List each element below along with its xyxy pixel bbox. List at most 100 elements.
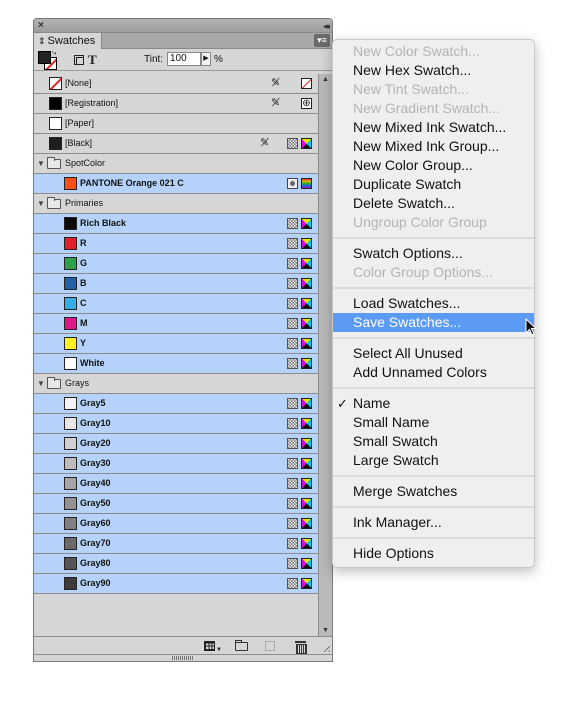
swatch-row[interactable]: B [34, 274, 319, 294]
menu-item-new-mixed-ink-swatch[interactable]: New Mixed Ink Swatch... [333, 118, 534, 137]
swatch-name: G [80, 258, 88, 268]
disclosure-triangle-icon[interactable]: ▼ [37, 374, 45, 393]
menu-item-merge-swatches[interactable]: Merge Swatches [333, 482, 534, 501]
checkmark-icon: ✓ [337, 396, 348, 411]
menu-item-add-unnamed-colors[interactable]: Add Unnamed Colors [333, 363, 534, 382]
swatch-row-paper[interactable]: [Paper] [34, 114, 319, 134]
swatch-row[interactable]: G [34, 254, 319, 274]
swatch-name: Gray40 [80, 478, 111, 488]
swatch-name: Gray50 [80, 498, 111, 508]
swatch-row[interactable]: Gray40 [34, 474, 319, 494]
disclosure-triangle-icon[interactable]: ▼ [37, 194, 45, 213]
menu-item-name[interactable]: ✓ Name [333, 394, 534, 413]
swatch-row[interactable]: Gray10 [34, 414, 319, 434]
swatch-row-none[interactable]: [None] ✎̸ [34, 74, 319, 94]
swatch-row[interactable]: M [34, 314, 319, 334]
swatch-chip [49, 137, 62, 150]
menu-item-label: Delete Swatch... [353, 195, 455, 211]
show-swatch-kinds-icon[interactable] [204, 641, 215, 651]
swatch-row-black[interactable]: [Black] ✎̸ [34, 134, 319, 154]
menu-separator [333, 232, 534, 244]
swatch-row[interactable]: Gray50 [34, 494, 319, 514]
swatch-row[interactable]: Gray90 [34, 574, 319, 594]
panel-toolbar: ⤷ T Tint: 100 ▶ % [34, 48, 332, 71]
cmyk-mode-icon [301, 538, 312, 549]
panel-titlebar[interactable]: × ◂◂ [34, 19, 332, 33]
resize-grip-icon[interactable] [321, 643, 330, 652]
scroll-down-arrow-icon[interactable]: ▼ [322, 627, 329, 634]
close-icon[interactable]: × [38, 19, 44, 33]
menu-item-color-group-options: Color Group Options... [333, 263, 534, 282]
new-color-group-icon[interactable] [235, 640, 248, 651]
formatting-text-icon[interactable]: T [88, 52, 97, 68]
fill-stroke-widget[interactable]: ⤷ [38, 48, 60, 71]
scroll-up-arrow-icon[interactable]: ▲ [322, 76, 329, 83]
swatch-row[interactable]: PANTONE Orange 021 C [34, 174, 319, 194]
menu-item-ink-manager[interactable]: Ink Manager... [333, 513, 534, 532]
tint-label: Tint: [144, 54, 164, 65]
collapse-icon[interactable]: ◂◂ [323, 19, 330, 33]
swatch-row[interactable]: Y [34, 334, 319, 354]
swatch-row[interactable]: Gray70 [34, 534, 319, 554]
trash-icon[interactable] [295, 640, 307, 654]
swatch-row[interactable]: Gray60 [34, 514, 319, 534]
menu-item-hide-options[interactable]: Hide Options [333, 544, 534, 563]
menu-item-swatch-options[interactable]: Swatch Options... [333, 244, 534, 263]
menu-item-large-swatch[interactable]: Large Swatch [333, 451, 534, 470]
menu-item-delete-swatch[interactable]: Delete Swatch... [333, 194, 534, 213]
swatch-row[interactable]: Rich Black [34, 214, 319, 234]
tab-swatches[interactable]: ⇕ Swatches [34, 33, 102, 49]
fill-swatch[interactable] [38, 51, 51, 64]
swatch-row[interactable]: Gray80 [34, 554, 319, 574]
menu-item-save-swatches[interactable]: Save Swatches... [333, 313, 534, 332]
swatch-row[interactable]: R [34, 234, 319, 254]
swatch-name: Gray90 [80, 578, 111, 588]
new-swatch-icon[interactable] [265, 641, 275, 651]
cmyk-mode-icon [301, 478, 312, 489]
registration-mode-icon: ⊕ [301, 98, 312, 109]
menu-item-duplicate-swatch[interactable]: Duplicate Swatch [333, 175, 534, 194]
swatch-row[interactable]: Gray30 [34, 454, 319, 474]
menu-item-label: Ink Manager... [353, 514, 442, 530]
menu-item-label: New Mixed Ink Swatch... [353, 119, 507, 135]
menu-item-label: Select All Unused [353, 345, 463, 361]
process-color-icon [287, 138, 298, 149]
swatch-name: R [80, 238, 87, 248]
menu-item-new-hex-swatch[interactable]: New Hex Swatch... [333, 61, 534, 80]
swatch-chip [64, 277, 77, 290]
menu-item-label: Merge Swatches [353, 483, 458, 499]
menu-separator [333, 470, 534, 482]
cmyk-mode-icon [301, 438, 312, 449]
menu-item-small-name[interactable]: Small Name [333, 413, 534, 432]
menu-item-new-mixed-ink-group[interactable]: New Mixed Ink Group... [333, 137, 534, 156]
swatch-chip [64, 417, 77, 430]
swatch-chip [64, 497, 77, 510]
swatch-row[interactable]: Gray5 [34, 394, 319, 414]
scrollbar[interactable]: ▲ ▼ [318, 74, 332, 636]
tint-slider-button[interactable]: ▶ [201, 52, 211, 66]
swatch-chip [64, 557, 77, 570]
formatting-container-icon[interactable] [74, 55, 84, 65]
color-group-spotcolor[interactable]: ▼ SpotColor [34, 154, 319, 174]
menu-item-small-swatch[interactable]: Small Swatch [333, 432, 534, 451]
color-group-grays[interactable]: ▼ Grays [34, 374, 319, 394]
color-group-primaries[interactable]: ▼ Primaries [34, 194, 319, 214]
disclosure-triangle-icon[interactable]: ▼ [37, 154, 45, 173]
swatch-row[interactable]: C [34, 294, 319, 314]
swap-icon[interactable]: ⤷ [52, 48, 56, 58]
menu-item-new-tint-swatch: New Tint Swatch... [333, 80, 534, 99]
tint-input[interactable]: 100 [167, 52, 201, 66]
non-editable-icon: ✎̸ [260, 137, 270, 149]
menu-item-select-all-unused[interactable]: Select All Unused [333, 344, 534, 363]
swatch-row[interactable]: White [34, 354, 319, 374]
menu-item-label: Ungroup Color Group [353, 214, 487, 230]
menu-item-load-swatches[interactable]: Load Swatches... [333, 294, 534, 313]
drag-handle-icon[interactable] [172, 656, 194, 660]
swatch-row[interactable]: Gray20 [34, 434, 319, 454]
swatch-chip [49, 97, 62, 110]
menu-item-label: New Gradient Swatch... [353, 100, 501, 116]
swatch-chip [49, 77, 62, 90]
swatch-row-registration[interactable]: [Registration] ✎̸ ⊕ [34, 94, 319, 114]
menu-item-new-color-group[interactable]: New Color Group... [333, 156, 534, 175]
panel-menu-button[interactable]: ▾≡ [314, 34, 330, 47]
